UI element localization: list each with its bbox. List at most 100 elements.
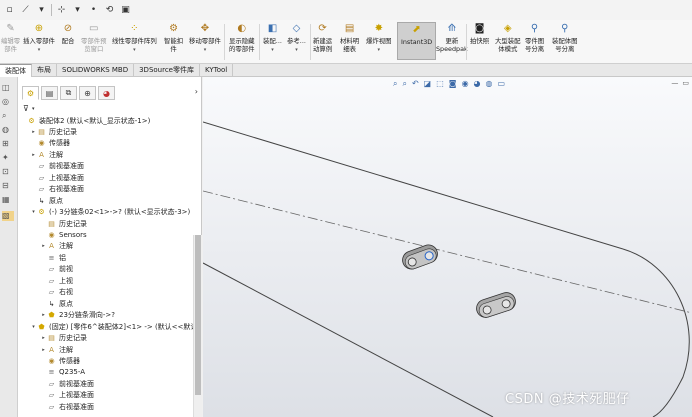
- chevron-right-icon[interactable]: ›: [195, 87, 198, 96]
- insert-component-button[interactable]: ⊕ 插入零部件 ▾: [23, 22, 55, 54]
- tree-item[interactable]: ▱ 右视基准面: [30, 184, 84, 195]
- tree-item-label: 传感器: [59, 356, 80, 365]
- tree-item[interactable]: ▱ 前视基准面: [40, 378, 94, 389]
- bill-of-materials-button[interactable]: ▤ 材料明 细表: [340, 22, 359, 54]
- scrollbar-thumb[interactable]: [195, 235, 201, 395]
- chevron-right-icon[interactable]: ▸: [40, 335, 47, 341]
- sensor-icon: ◉: [48, 356, 55, 365]
- chevron-right-icon[interactable]: ▸: [30, 152, 37, 158]
- left-toolbar-strip: ◫ ◎ ⌕ ◍ ⊞ ✦ ⊡ ⊟ ▦ ▧: [0, 77, 18, 417]
- chevron-right-icon[interactable]: ▸: [40, 243, 47, 249]
- graphics-area[interactable]: ⌕ ⌕ ↶ ◪ ⬚ ◙ ◉ ◕ ◍ ▭ — ▭: [203, 77, 692, 417]
- new-motion-study-button[interactable]: ⟳ 新建运 动算例: [313, 22, 332, 54]
- sketch-line-icon[interactable]: ⟋: [19, 4, 32, 17]
- divider: [310, 24, 311, 60]
- toolbar-icon[interactable]: ⊟: [2, 181, 14, 191]
- chevron-right-icon[interactable]: ▸: [30, 129, 37, 135]
- chevron-down-icon[interactable]: ▾: [32, 106, 35, 112]
- exploded-view-button[interactable]: ✸ 爆炸视图 ▾: [366, 22, 392, 54]
- tree-item[interactable]: ▾ ⬟ (固定) [零件6^装配体2]<1> -> (默认<<默认: [30, 321, 197, 332]
- tree-item[interactable]: ▸ ⬟ 23分链条滑向->?: [40, 310, 115, 321]
- tree-item[interactable]: ≡ 铝: [40, 252, 66, 263]
- tree-item[interactable]: ↳ 原点: [30, 195, 63, 206]
- toolbar-icon[interactable]: ⌕: [2, 111, 14, 121]
- tree-item-label: 上视基准面: [59, 391, 94, 400]
- tab-layout[interactable]: 布局: [32, 64, 57, 77]
- chevron-right-icon[interactable]: ▸: [40, 347, 47, 353]
- quick-access-toolbar: ▫ ⟋ ▾ ⊹ ▾ • ⟲ ▣: [0, 0, 692, 20]
- tree-item[interactable]: ▸ ▤ 历史记录: [40, 333, 87, 344]
- toolbar-icon[interactable]: ▦: [2, 195, 14, 205]
- tree-item[interactable]: ≡ Q235-A: [40, 367, 85, 378]
- tab-3dsource[interactable]: 3DSource零件库: [134, 64, 200, 77]
- feature-manager-tab[interactable]: ⚙: [22, 86, 39, 100]
- tree-scrollbar[interactable]: [193, 235, 202, 417]
- tree-item[interactable]: ◉ 传感器: [30, 138, 70, 149]
- tree-item[interactable]: ▸ ▤ 历史记录: [30, 126, 77, 137]
- chevron-down-icon[interactable]: ▾: [30, 209, 37, 215]
- part-number-separate-button[interactable]: ⚲ 零件图 号分离: [525, 22, 544, 54]
- tab-solidworks-mbd[interactable]: SOLIDWORKS MBD: [57, 64, 135, 77]
- tree-item[interactable]: ▾ ⚙ (-) 3分链条02<1>->? (默认<显示状态-3>): [30, 207, 190, 218]
- dimxpert-tab[interactable]: ⊕: [79, 86, 96, 100]
- update-speedpak-button[interactable]: ⟰ 更新 Speedpak: [436, 22, 468, 54]
- tree-item[interactable]: ▱ 前视: [40, 264, 73, 275]
- show-hidden-components-button[interactable]: ◐ 显示隐藏 的零部件: [229, 22, 255, 54]
- watermark: CSDN @技术死肥仔: [505, 392, 630, 407]
- model-canvas: [203, 121, 692, 417]
- chevron-down-icon[interactable]: ▾: [30, 324, 37, 330]
- component-preview-button[interactable]: ▭ 零部件预 览窗口: [81, 22, 107, 54]
- tree-item[interactable]: ▸ A 注解: [30, 149, 63, 160]
- tree-item[interactable]: ▱ 上视基准面: [30, 172, 84, 183]
- property-manager-tab[interactable]: ▤: [41, 86, 58, 100]
- snapshot-button[interactable]: ◙ 拍快照: [470, 22, 489, 46]
- tree-item[interactable]: ▱ 上视: [40, 275, 73, 286]
- tree-item[interactable]: ▱ 右视: [40, 287, 73, 298]
- mate-icon: ⊘: [63, 23, 73, 34]
- instant3d-button[interactable]: ⬈ Instant3D: [397, 22, 437, 60]
- tree-item-label: 右视: [59, 288, 73, 297]
- chevron-down-icon[interactable]: ▾: [35, 4, 48, 17]
- toolbar-icon[interactable]: ◍: [2, 125, 14, 135]
- tree-item[interactable]: ▱ 右视基准面: [40, 401, 94, 412]
- tree-item[interactable]: ▤ 历史记录: [40, 218, 87, 229]
- configuration-manager-tab[interactable]: ⧉: [60, 86, 77, 100]
- assembly-features-button[interactable]: ◧ 装配... ▾: [263, 22, 282, 54]
- mate-button[interactable]: ⊘ 配合: [61, 22, 75, 46]
- tree-item[interactable]: ▱ 前视基准面: [30, 161, 84, 172]
- tree-item[interactable]: ▸ A 注解: [40, 241, 73, 252]
- move-component-button[interactable]: ✥ 移动零部件 ▾: [189, 22, 221, 54]
- smart-dimension-icon[interactable]: ⊹: [55, 4, 68, 17]
- reference-geometry-button[interactable]: ◇ 参考... ▾: [287, 22, 306, 54]
- large-assembly-mode-button[interactable]: ◈ 大型装配 体模式: [495, 22, 521, 54]
- chevron-right-icon[interactable]: ▸: [40, 312, 47, 318]
- display-icon[interactable]: ▣: [119, 4, 132, 17]
- tree-item[interactable]: ◉ 传感器: [40, 355, 80, 366]
- toolbar-icon-1[interactable]: ▫: [3, 4, 16, 17]
- tree-item-label: 前视基准面: [49, 162, 84, 171]
- toolbar-icon[interactable]: ⊞: [2, 139, 14, 149]
- tree-item[interactable]: ▱ 上视基准面: [40, 390, 94, 401]
- linear-pattern-button[interactable]: ⁘ 线性零部件阵列 ▾: [112, 22, 157, 54]
- toolbar-icon[interactable]: ◫: [2, 83, 14, 93]
- display-manager-tab[interactable]: ◕: [98, 86, 115, 100]
- tree-item[interactable]: ▸ A 注解: [40, 344, 73, 355]
- tab-assembly[interactable]: 装配体: [0, 64, 32, 77]
- toolbar-icon[interactable]: ◎: [2, 97, 14, 107]
- assembly-number-separate-button[interactable]: ⚲ 装配体图 号分离: [552, 22, 578, 54]
- tab-kytool[interactable]: KYTool: [200, 64, 234, 77]
- filter-icon[interactable]: ⊽: [23, 104, 29, 113]
- move-component-icon: ✥: [200, 23, 210, 34]
- point-icon[interactable]: •: [87, 4, 100, 17]
- toolbar-icon[interactable]: ✦: [2, 153, 14, 163]
- tree-item[interactable]: ↳ 原点: [40, 298, 73, 309]
- tree-item[interactable]: ⚙ 装配体2 (默认<默认_显示状态-1>): [20, 115, 150, 126]
- toolbar-icon[interactable]: ▧: [2, 211, 14, 221]
- plane-icon: ▱: [48, 379, 55, 388]
- sync-icon[interactable]: ⟲: [103, 4, 116, 17]
- chevron-down-icon[interactable]: ▾: [71, 4, 84, 17]
- toolbar-icon[interactable]: ⊡: [2, 167, 14, 177]
- smart-fastener-button[interactable]: ⚙ 智能扣 件: [164, 22, 183, 54]
- tree-item[interactable]: ◉ Sensors: [40, 230, 86, 241]
- edit-component-button[interactable]: ✎ 编辑零 部件: [1, 22, 20, 54]
